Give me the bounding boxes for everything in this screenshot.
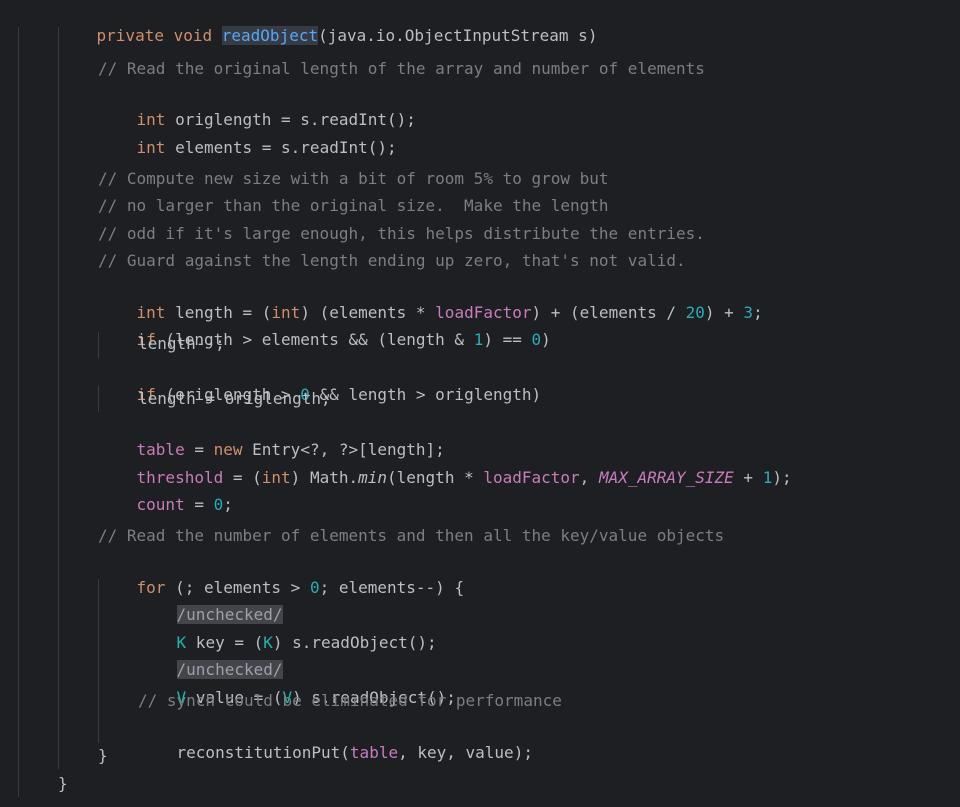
number-literal: 3 xyxy=(743,303,754,322)
number-literal: 1 xyxy=(762,468,773,487)
number-literal: 0 xyxy=(531,330,542,349)
code-line[interactable]: length = origlength; xyxy=(138,387,331,411)
code-text: (length * xyxy=(387,468,484,487)
code-comment[interactable]: // Read the original length of the array… xyxy=(98,57,705,81)
code-line[interactable]: threshold = (int) Math.min(length * load… xyxy=(98,442,792,487)
keyword: int xyxy=(136,138,166,157)
code-editor[interactable]: private void readObject(java.io.ObjectIn… xyxy=(0,0,960,807)
code-text: ) s.readObject(); xyxy=(272,633,437,652)
code-text: = xyxy=(184,495,214,514)
field-ref: loadFactor xyxy=(483,468,580,487)
code-line[interactable]: if (origlength > 0 && length > origlengt… xyxy=(98,359,542,404)
code-text: reconstitutionPut( xyxy=(176,743,350,762)
number-literal: 0 xyxy=(213,495,224,514)
code-comment[interactable]: // Compute new size with a bit of room 5… xyxy=(98,167,609,191)
code-text: , key, value); xyxy=(398,743,533,762)
code-text: + xyxy=(733,468,763,487)
code-comment[interactable]: // synch could be eliminated for perform… xyxy=(138,689,562,713)
code-line[interactable]: if (length > elements && (length & 1) ==… xyxy=(98,304,551,349)
code-text: , xyxy=(579,468,599,487)
code-comment[interactable]: // no larger than the original size. Mak… xyxy=(98,194,609,218)
code-text: ) + xyxy=(704,303,744,322)
code-line[interactable]: K key = (K) s.readObject(); xyxy=(138,607,437,652)
code-text: ; xyxy=(753,303,763,322)
code-line[interactable]: table = new Entry<?, ?>[length]; xyxy=(98,414,445,459)
code-text: elements = s.readInt(); xyxy=(165,138,397,157)
indent-guide xyxy=(58,27,59,769)
constant-ref: MAX_ARRAY_SIZE xyxy=(598,468,734,487)
number-literal: 1 xyxy=(473,330,484,349)
code-line[interactable]: int origlength = s.readInt(); xyxy=(98,84,416,129)
code-line[interactable]: reconstitutionPut(table, key, value); xyxy=(138,717,533,762)
code-line-method-signature[interactable]: private void readObject(java.io.ObjectIn… xyxy=(58,0,597,45)
code-line[interactable]: count = 0; xyxy=(98,469,233,514)
code-line[interactable]: int length = (int) (elements * loadFacto… xyxy=(98,277,763,322)
code-line[interactable]: int elements = s.readInt(); xyxy=(98,112,397,157)
code-line[interactable]: length--; xyxy=(138,332,225,356)
parameters: (java.io.ObjectInputStream s) xyxy=(318,26,598,45)
code-line[interactable]: for (; elements > 0; elements--) { xyxy=(98,552,465,597)
code-text: ) == xyxy=(483,330,532,349)
closing-brace[interactable]: } xyxy=(58,772,68,796)
closing-brace[interactable]: } xyxy=(98,744,108,768)
code-comment[interactable]: // Read the number of elements and then … xyxy=(98,524,724,548)
code-line[interactable]: V value = (V) s.readObject(); xyxy=(138,662,456,707)
modifiers: private void xyxy=(96,26,222,45)
code-text: ; xyxy=(223,495,233,514)
method-name[interactable]: readObject xyxy=(221,26,319,45)
code-text: ) xyxy=(541,330,551,349)
code-line[interactable]: /unchecked/ xyxy=(138,634,283,679)
number-literal: 20 xyxy=(685,303,705,322)
code-text: ) + (elements / xyxy=(531,303,686,322)
code-text: && length > origlength) xyxy=(309,385,542,404)
code-comment[interactable]: // Guard against the length ending up ze… xyxy=(98,249,686,273)
code-text: ); xyxy=(772,468,792,487)
code-text: ) Math. xyxy=(290,468,359,487)
keyword: int xyxy=(261,468,291,487)
code-text: ; elements--) { xyxy=(319,578,465,597)
code-comment[interactable]: // odd if it's large enough, this helps … xyxy=(98,222,705,246)
static-method: min xyxy=(358,468,388,487)
field-ref: count xyxy=(136,495,185,514)
field-ref: table xyxy=(349,743,399,762)
indent-guide xyxy=(18,27,19,797)
code-line[interactable]: /unchecked/ xyxy=(138,579,283,624)
number-literal: 0 xyxy=(309,578,320,597)
